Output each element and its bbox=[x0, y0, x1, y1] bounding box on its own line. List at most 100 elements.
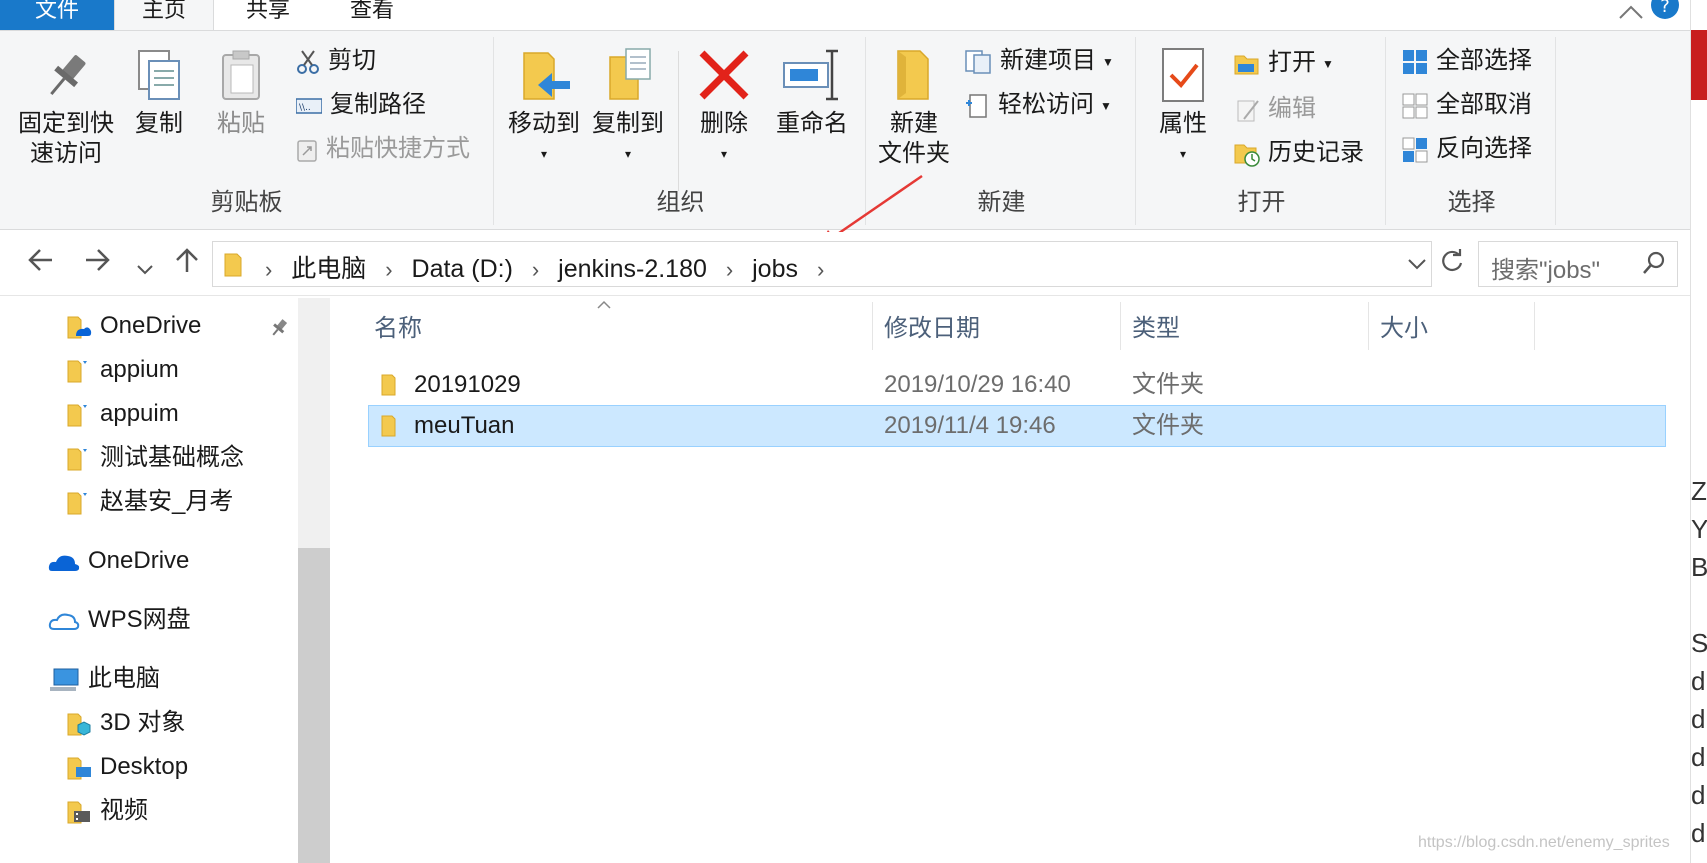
column-divider[interactable] bbox=[872, 302, 873, 350]
copy-path-label: 复制路径 bbox=[330, 91, 426, 118]
pin-to-quick-access-button[interactable]: 固定到快 速访问 bbox=[14, 47, 118, 169]
sidebar-item-label: 此电脑 bbox=[88, 665, 160, 692]
properties-button[interactable]: 属性 ▾ bbox=[1142, 47, 1224, 169]
sidebar-item-3d-objects[interactable]: 3D 对象 bbox=[66, 705, 185, 741]
select-none-button[interactable]: 全部取消 bbox=[1402, 89, 1532, 121]
breadcrumb-item[interactable]: 此电脑 bbox=[291, 255, 366, 283]
tab-home[interactable]: 主页 bbox=[114, 0, 214, 30]
background-text: d bbox=[1691, 704, 1706, 734]
file-row-selected[interactable]: meuTuan 2019/11/4 19:46 文件夹 bbox=[368, 405, 1666, 447]
column-header-size[interactable]: 大小 bbox=[1380, 308, 1428, 343]
open-caret-icon: ▼ bbox=[1322, 56, 1334, 71]
paste-icon bbox=[222, 50, 260, 100]
sidebar-item-wps-drive[interactable]: WPS网盘 bbox=[48, 602, 191, 638]
copy-path-button[interactable]: \\.. 复制路径 bbox=[296, 89, 426, 121]
up-button[interactable] bbox=[174, 246, 200, 281]
sidebar-item-label: WPS网盘 bbox=[88, 606, 191, 633]
sidebar-item-testing-concepts[interactable]: 测试基础概念 bbox=[66, 440, 244, 476]
paste-label: 粘贴 bbox=[217, 110, 265, 137]
sidebar-item-appuim[interactable]: appuim bbox=[66, 396, 179, 432]
open-button[interactable]: 打开 ▼ bbox=[1234, 47, 1334, 80]
pin-icon bbox=[50, 55, 86, 95]
pin-icon[interactable] bbox=[270, 318, 288, 338]
pin-label-line2: 速访问 bbox=[30, 140, 102, 167]
tab-view[interactable]: 查看 bbox=[332, 0, 412, 30]
chevron-right-icon[interactable]: › bbox=[817, 257, 824, 282]
address-bar[interactable]: › 此电脑 › Data (D:) › jenkins-2.180 › jobs… bbox=[212, 241, 1432, 287]
background-text: S bbox=[1691, 628, 1707, 658]
properties-label: 属性 bbox=[1159, 110, 1207, 137]
chevron-right-icon[interactable]: › bbox=[385, 257, 392, 282]
cut-button[interactable]: 剪切 bbox=[296, 45, 376, 77]
help-icon[interactable]: ? bbox=[1650, 0, 1680, 26]
sidebar-item-this-pc[interactable]: 此电脑 bbox=[48, 661, 160, 697]
column-divider[interactable] bbox=[1120, 302, 1121, 350]
breadcrumb-item[interactable]: jenkins-2.180 bbox=[558, 255, 707, 283]
column-header-date[interactable]: 修改日期 bbox=[884, 308, 980, 343]
new-item-button[interactable]: 新建项目 ▼ bbox=[964, 45, 1114, 78]
chevron-right-icon[interactable]: › bbox=[726, 257, 733, 282]
file-row[interactable]: 20191029 2019/10/29 16:40 文件夹 bbox=[368, 364, 1666, 406]
sidebar-item-videos[interactable]: 视频 bbox=[66, 793, 148, 829]
select-all-button[interactable]: 全部选择 bbox=[1402, 45, 1532, 77]
sidebar-item-monthly-exam[interactable]: 赵基安_月考 bbox=[66, 484, 233, 520]
navigation-pane: OneDrive appium appuim 测试基础概念 赵基安_月考 One… bbox=[0, 298, 330, 863]
tab-file[interactable]: 文件 bbox=[0, 0, 114, 30]
history-button[interactable]: 历史记录 bbox=[1234, 137, 1364, 169]
select-all-label: 全部选择 bbox=[1436, 47, 1532, 74]
sidebar-item-desktop[interactable]: Desktop bbox=[66, 749, 188, 785]
copy-to-button[interactable]: 复制到 ▾ bbox=[588, 47, 668, 169]
cut-label: 剪切 bbox=[328, 47, 376, 74]
background-red-bar bbox=[1691, 30, 1707, 100]
search-icon[interactable] bbox=[1641, 250, 1667, 276]
sidebar-scrollbar-thumb[interactable] bbox=[298, 548, 330, 863]
paste-shortcut-button[interactable]: 粘贴快捷方式 bbox=[296, 133, 470, 165]
column-header-type[interactable]: 类型 bbox=[1132, 308, 1180, 343]
column-header-name[interactable]: 名称 bbox=[374, 308, 422, 343]
forward-arrow-icon bbox=[86, 249, 110, 271]
scissors-icon bbox=[297, 50, 319, 74]
chevron-right-icon: › bbox=[265, 257, 273, 282]
column-divider[interactable] bbox=[1368, 302, 1369, 350]
copy-label: 复制 bbox=[135, 110, 183, 137]
collapse-ribbon-icon[interactable] bbox=[1618, 0, 1644, 26]
paste-button[interactable]: 粘贴 bbox=[208, 47, 274, 139]
history-icon bbox=[1234, 144, 1260, 167]
new-item-icon bbox=[965, 49, 991, 74]
sidebar-item-appium[interactable]: appium bbox=[66, 352, 179, 388]
file-date: 2019/11/4 19:46 bbox=[884, 412, 1056, 439]
breadcrumb-item[interactable]: Data (D:) bbox=[412, 255, 513, 283]
background-text: Y bbox=[1691, 514, 1707, 544]
background-text: d bbox=[1691, 666, 1706, 696]
tab-share[interactable]: 共享 bbox=[228, 0, 308, 30]
delete-button[interactable]: 删除 ▾ bbox=[692, 47, 756, 169]
clipboard-group: 固定到快 速访问 复制 粘贴 剪切 \\.. 复制路径 粘贴快捷方式 剪贴板 bbox=[0, 37, 494, 225]
refresh-button[interactable] bbox=[1440, 248, 1464, 281]
address-history-dropdown-icon[interactable] bbox=[1407, 258, 1427, 272]
invert-selection-button[interactable]: 反向选择 bbox=[1402, 133, 1532, 165]
forward-button[interactable] bbox=[84, 246, 112, 281]
easy-access-label: 轻松访问 bbox=[998, 91, 1094, 118]
breadcrumb-item[interactable]: jobs bbox=[752, 255, 798, 283]
rename-button[interactable]: 重命名 bbox=[768, 47, 856, 139]
chevron-right-icon[interactable]: › bbox=[532, 257, 539, 282]
move-to-icon bbox=[523, 52, 570, 100]
new-item-label: 新建项目 bbox=[1000, 47, 1096, 74]
watermark: https://blog.csdn.net/enemy_sprites bbox=[1418, 834, 1670, 851]
back-button[interactable] bbox=[26, 246, 54, 281]
easy-access-button[interactable]: 轻松访问 ▼ bbox=[964, 89, 1112, 122]
copy-button[interactable]: 复制 bbox=[126, 47, 192, 139]
edit-button[interactable]: 编辑 bbox=[1234, 93, 1316, 125]
easy-access-icon bbox=[966, 93, 987, 118]
sidebar-item-onedrive[interactable]: OneDrive bbox=[48, 543, 189, 579]
organize-divider bbox=[678, 51, 679, 191]
sidebar-item-onedrive-folder[interactable]: OneDrive bbox=[66, 308, 201, 344]
search-input[interactable]: 搜索"jobs" bbox=[1491, 250, 1600, 285]
column-divider[interactable] bbox=[1534, 302, 1535, 350]
recent-locations-button[interactable] bbox=[136, 252, 154, 284]
new-folder-icon bbox=[897, 50, 929, 100]
move-to-button[interactable]: 移动到 ▾ bbox=[504, 47, 584, 169]
search-box[interactable]: 搜索"jobs" bbox=[1478, 241, 1678, 287]
new-folder-button[interactable]: 新建 文件夹 bbox=[874, 47, 954, 169]
up-arrow-icon bbox=[176, 248, 198, 272]
